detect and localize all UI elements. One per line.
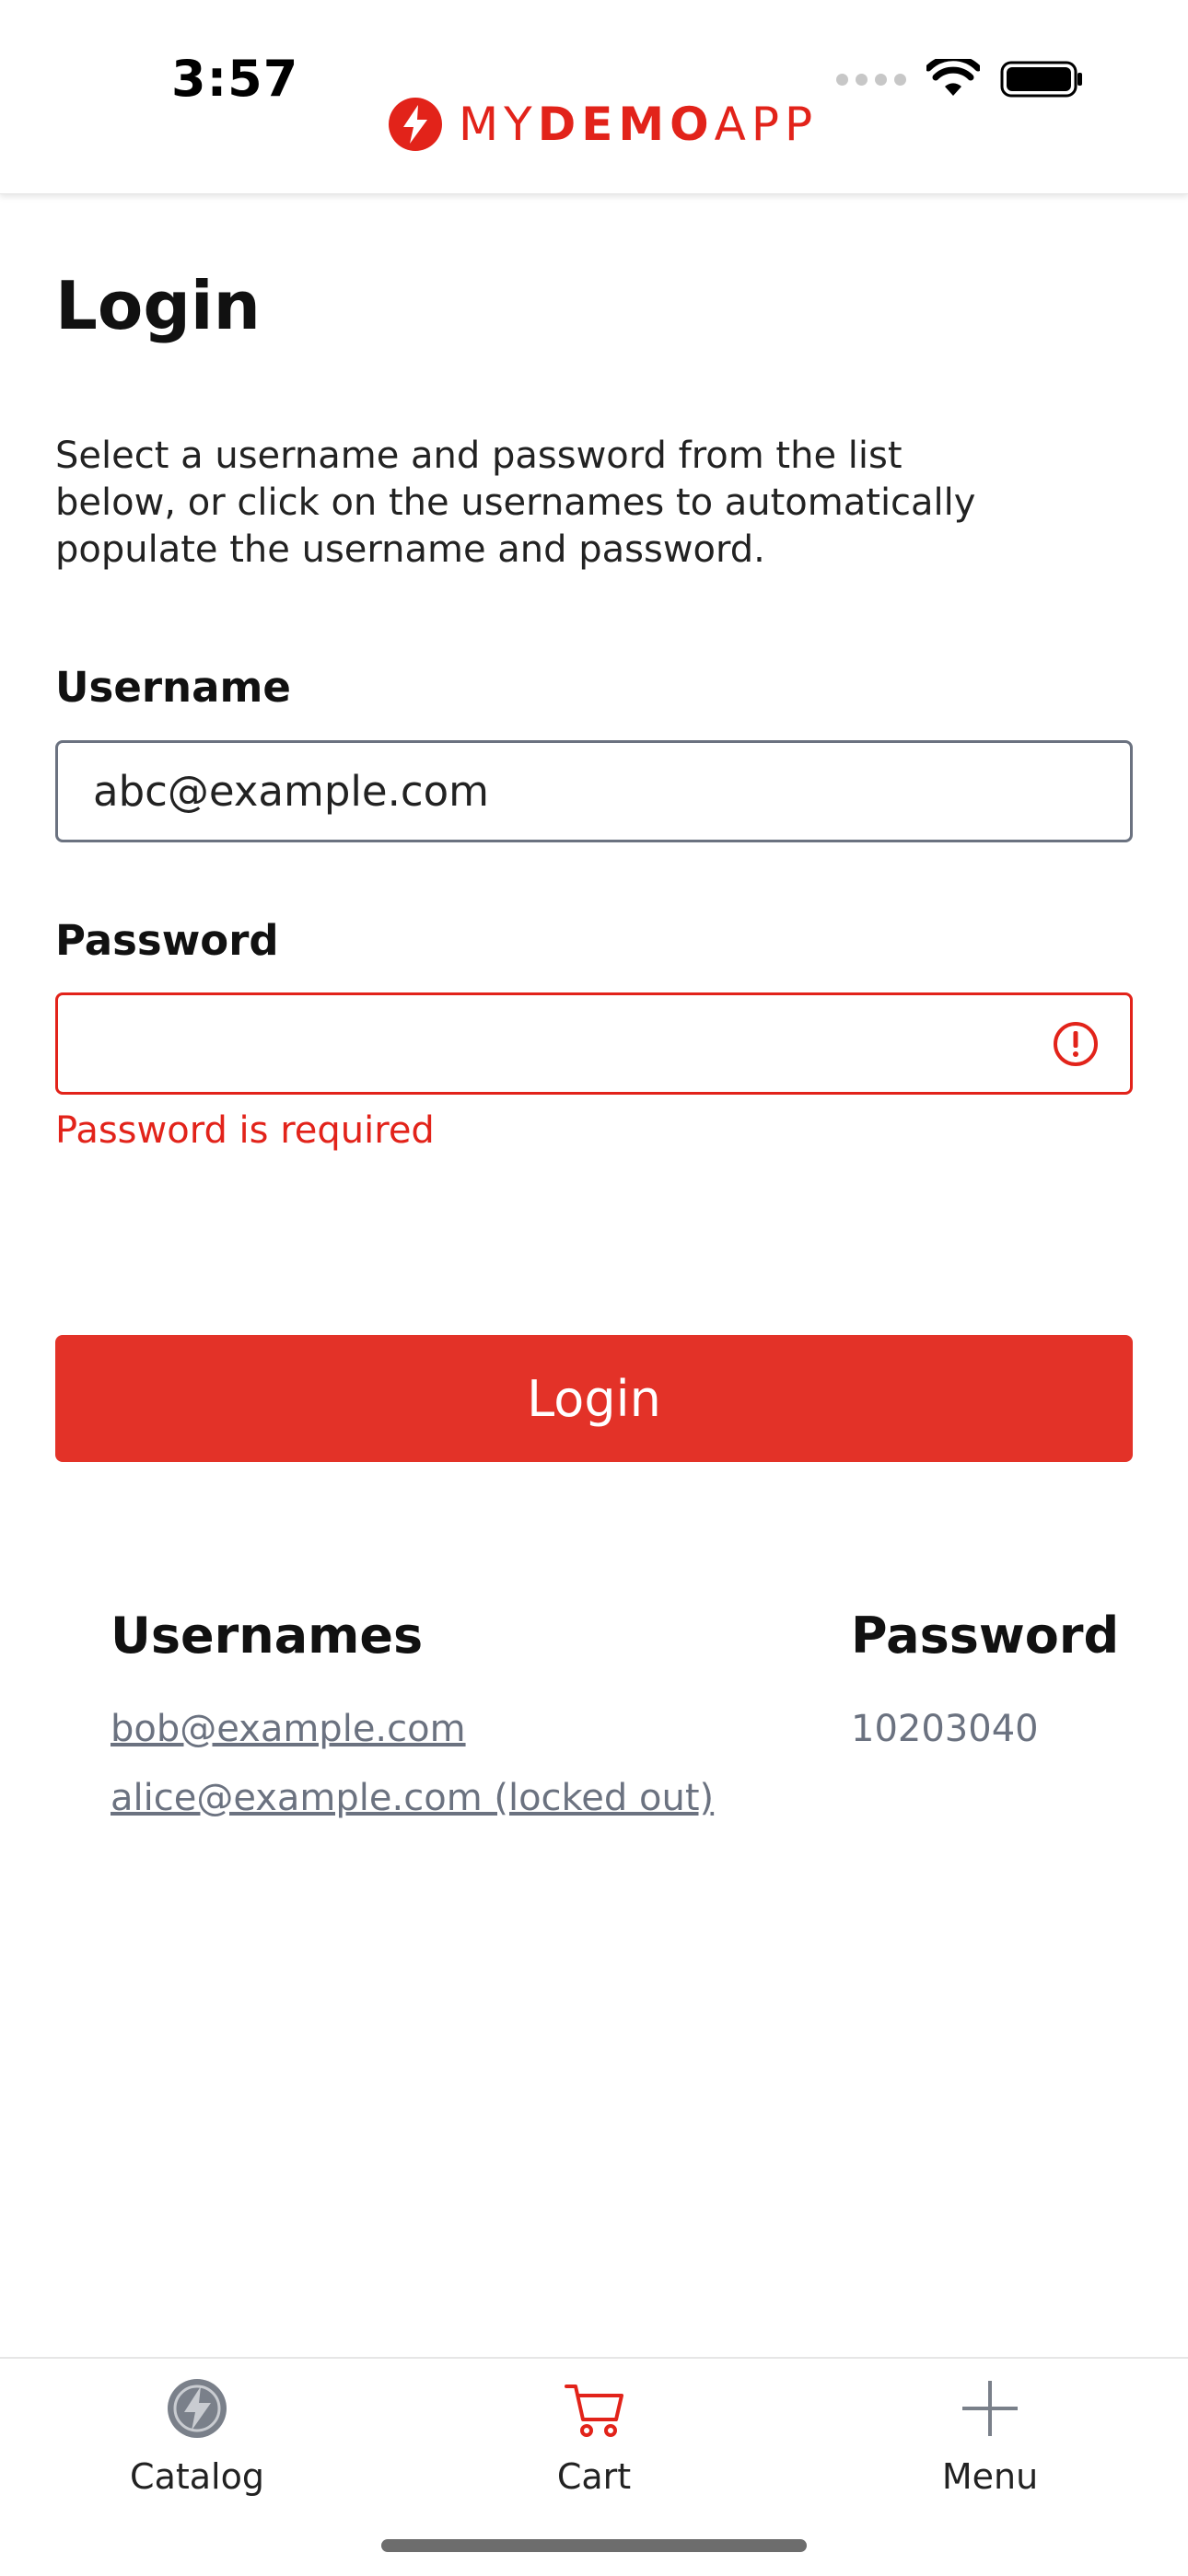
- password-input[interactable]: [55, 992, 1133, 1095]
- cellular-signal-icon: [836, 73, 906, 86]
- username-input[interactable]: [55, 740, 1133, 842]
- password-label: Password: [55, 916, 279, 965]
- page-title: Login: [55, 267, 261, 344]
- login-instructions: Select a username and password from the …: [55, 435, 976, 571]
- logo-text: MYDEMOAPP: [459, 98, 819, 151]
- password-error-message: Password is required: [55, 1109, 435, 1152]
- app-logo: MYDEMOAPP: [387, 96, 818, 153]
- tab-menu[interactable]: Menu: [852, 2375, 1128, 2513]
- login-button[interactable]: Login: [55, 1335, 1133, 1462]
- status-indicators: [836, 59, 1085, 99]
- plus-icon: [962, 2381, 1018, 2436]
- usernames-header: Usernames: [111, 1607, 424, 1665]
- tab-cart[interactable]: Cart: [456, 2375, 732, 2513]
- tab-label-catalog: Catalog: [130, 2456, 264, 2497]
- password-header: Password: [851, 1607, 1120, 1665]
- catalog-logo-icon: [168, 2379, 227, 2438]
- password-value: 10203040: [851, 1708, 1039, 1750]
- username-label: Username: [55, 663, 291, 712]
- wifi-icon: [926, 59, 980, 96]
- username-link-bob[interactable]: bob@example.com: [111, 1708, 466, 1750]
- username-link-alice[interactable]: alice@example.com (locked out): [111, 1777, 714, 1819]
- home-indicator[interactable]: [381, 2539, 807, 2552]
- tab-label-menu: Menu: [941, 2456, 1039, 2497]
- cart-icon: [565, 2385, 623, 2437]
- error-alert-icon: [1054, 1022, 1098, 1066]
- battery-icon: [1000, 61, 1082, 98]
- status-time: 3:57: [171, 50, 299, 108]
- tab-catalog[interactable]: Catalog: [59, 2375, 335, 2513]
- tab-label-cart: Cart: [556, 2456, 632, 2497]
- app-header: 3:57 MYDEMOAPP: [0, 0, 1188, 194]
- brand-bolt-icon: [389, 98, 442, 151]
